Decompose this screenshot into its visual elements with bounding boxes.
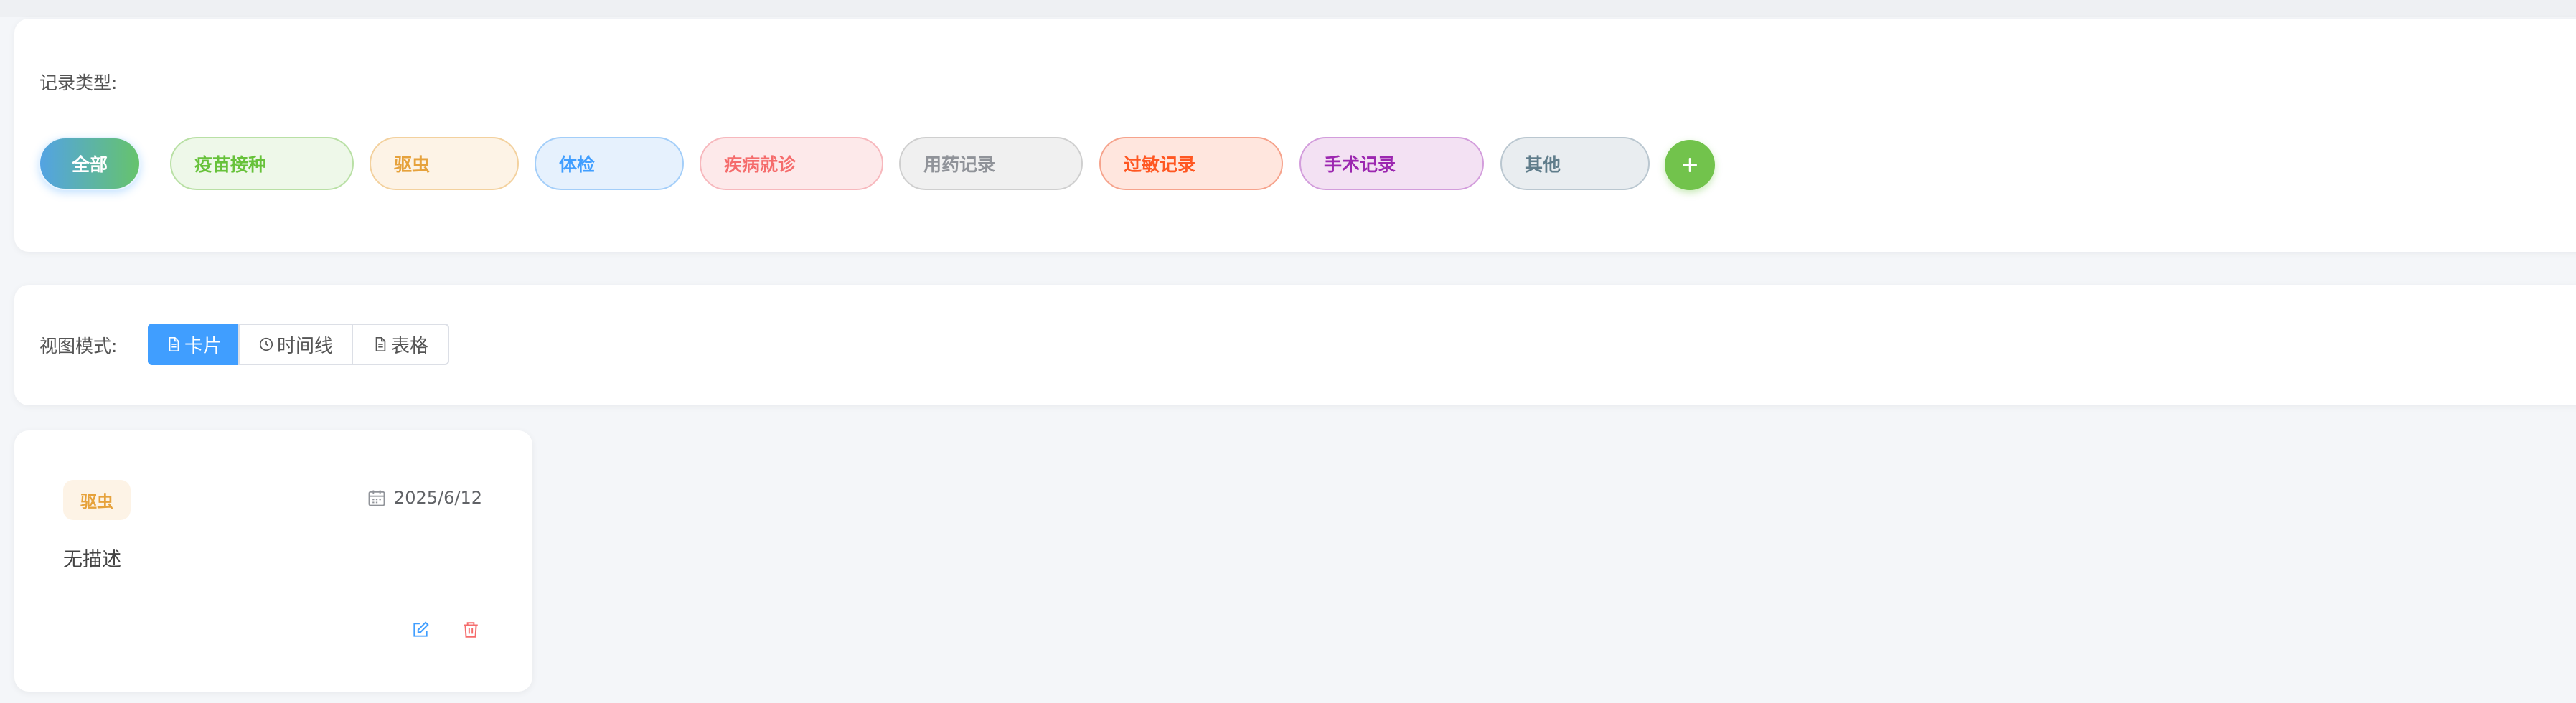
view-mode-panel: 视图模式: 卡片 时间线 表格 bbox=[14, 285, 2576, 405]
chip-vaccination[interactable]: 疫苗接种 bbox=[170, 137, 354, 190]
chip-checkup[interactable]: 体检 bbox=[535, 137, 684, 190]
clock-icon bbox=[259, 337, 273, 352]
view-mode-card[interactable]: 卡片 bbox=[148, 324, 240, 365]
document-icon bbox=[375, 337, 386, 352]
delete-record-button[interactable] bbox=[459, 618, 482, 641]
trash-icon bbox=[464, 622, 478, 638]
top-strip bbox=[0, 0, 2576, 17]
view-mode-table-label: 表格 bbox=[390, 335, 428, 357]
record-type-label: 记录类型: bbox=[39, 72, 118, 93]
record-date: 2025/6/12 bbox=[367, 488, 482, 508]
record-type-tag: 驱虫 bbox=[63, 480, 131, 520]
chip-allergy[interactable]: 过敏记录 bbox=[1099, 137, 1283, 190]
record-date-text: 2025/6/12 bbox=[393, 488, 482, 508]
chip-all[interactable]: 全部 bbox=[39, 137, 141, 190]
view-mode-timeline[interactable]: 时间线 bbox=[238, 324, 353, 365]
record-description: 无描述 bbox=[63, 549, 121, 571]
view-mode-card-label: 卡片 bbox=[184, 335, 222, 357]
view-mode-timeline-label: 时间线 bbox=[276, 335, 333, 357]
chip-illness-visit[interactable]: 疾病就诊 bbox=[700, 137, 883, 190]
view-mode-toggle: 卡片 时间线 表格 bbox=[148, 324, 449, 365]
view-mode-label: 视图模式: bbox=[39, 336, 118, 357]
chip-other[interactable]: 其他 bbox=[1500, 137, 1650, 190]
chip-surgery[interactable]: 手术记录 bbox=[1299, 137, 1484, 190]
add-type-button[interactable] bbox=[1665, 140, 1715, 190]
edit-icon bbox=[413, 621, 429, 637]
edit-record-button[interactable] bbox=[409, 618, 432, 641]
calendar-icon bbox=[368, 490, 385, 506]
chip-medication[interactable]: 用药记录 bbox=[899, 137, 1083, 190]
chip-deworming[interactable]: 驱虫 bbox=[370, 137, 519, 190]
view-mode-table[interactable]: 表格 bbox=[352, 324, 449, 365]
plus-icon bbox=[1683, 158, 1697, 172]
record-type-filter-panel: 记录类型: 全部 疫苗接种 驱虫 体检 疾病就诊 用药记录 过敏记录 手术记录 … bbox=[14, 19, 2576, 252]
record-card[interactable]: 驱虫 2025/6/12 无描述 bbox=[14, 430, 532, 692]
document-icon bbox=[169, 337, 179, 352]
